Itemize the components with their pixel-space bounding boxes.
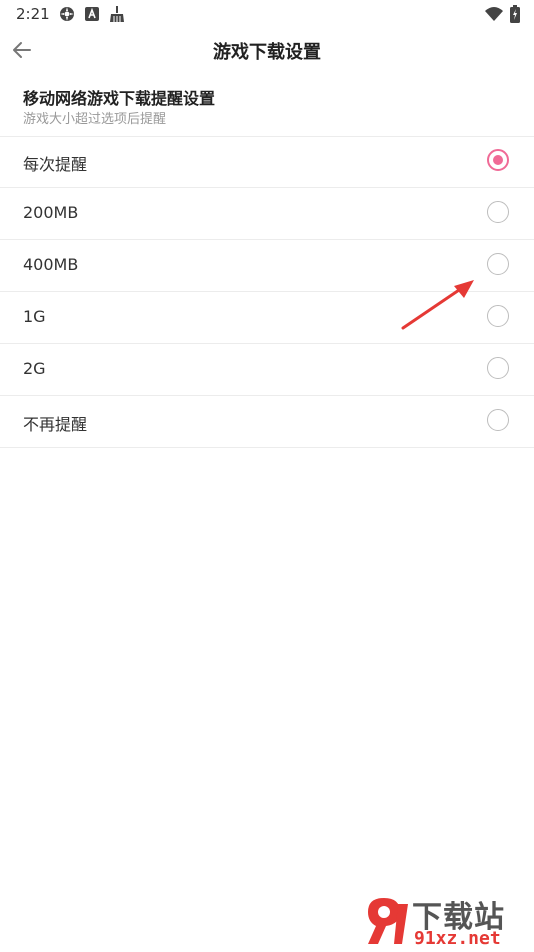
watermark-text-bottom: 91xz.net <box>414 928 501 949</box>
page-title: 游戏下载设置 <box>213 42 321 63</box>
watermark: 下载站 91xz.net <box>360 892 534 950</box>
section-subtitle: 游戏大小超过选项后提醒 <box>23 112 167 127</box>
app-bar: 游戏下载设置 <box>0 28 534 72</box>
option-label: 200MB <box>23 203 79 222</box>
cleaner-broom-icon <box>110 6 124 22</box>
battery-charging-icon <box>510 5 520 23</box>
option-every-time[interactable]: 每次提醒 <box>0 136 534 188</box>
option-label: 1G <box>23 307 46 326</box>
radio-button[interactable] <box>487 305 509 327</box>
section-title: 移动网络游戏下载提醒设置 <box>23 89 216 108</box>
radio-button[interactable] <box>487 201 509 223</box>
radio-button-selected[interactable] <box>487 149 509 171</box>
vpn-key-icon <box>60 7 74 21</box>
wifi-icon <box>485 7 503 21</box>
radio-button[interactable] <box>487 253 509 275</box>
option-label: 400MB <box>23 255 79 274</box>
status-icons-left <box>58 5 126 23</box>
annotation-arrow-icon <box>401 280 474 330</box>
status-icons-right <box>484 5 520 23</box>
option-2g[interactable]: 2G <box>0 344 534 396</box>
a-badge-icon <box>85 7 99 21</box>
option-never[interactable]: 不再提醒 <box>0 396 534 448</box>
option-label: 不再提醒 <box>23 415 88 434</box>
section-header: 移动网络游戏下载提醒设置 游戏大小超过选项后提醒 <box>0 74 534 137</box>
option-label: 每次提醒 <box>23 155 88 174</box>
radio-button[interactable] <box>487 409 509 431</box>
status-bar: 2:21 <box>0 0 534 28</box>
watermark-logo-icon <box>368 898 408 944</box>
option-200mb[interactable]: 200MB <box>0 188 534 240</box>
radio-button[interactable] <box>487 357 509 379</box>
option-label: 2G <box>23 359 46 378</box>
status-time: 2:21 <box>16 5 50 23</box>
